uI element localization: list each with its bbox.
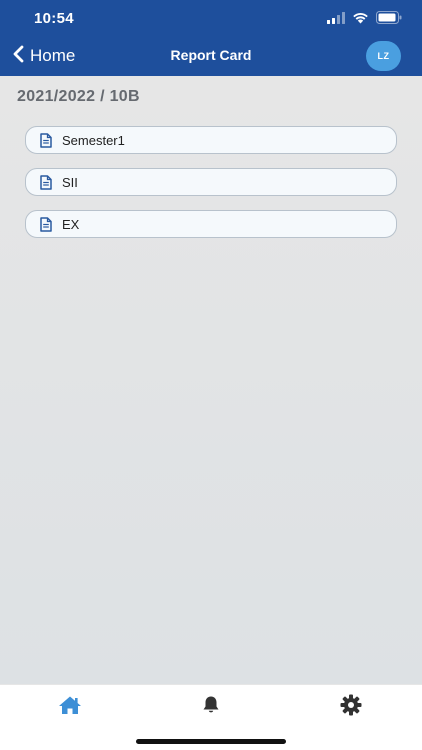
report-item-semester1[interactable]: Semester1 (25, 126, 397, 154)
status-icons (327, 11, 402, 29)
gear-icon (340, 694, 362, 721)
report-item-label: SII (62, 174, 78, 190)
document-icon (40, 132, 54, 148)
nav-bar: Home Report Card LZ (0, 36, 422, 76)
bell-icon (202, 695, 220, 719)
status-time: 10:54 (34, 10, 74, 27)
tab-notifications[interactable] (191, 693, 231, 721)
avatar[interactable]: LZ (366, 41, 401, 71)
document-icon (40, 216, 54, 232)
home-indicator (136, 739, 286, 744)
report-item-ex[interactable]: EX (25, 210, 397, 238)
tab-home[interactable] (50, 693, 90, 721)
status-bar: 10:54 (0, 0, 422, 36)
signal-icon (327, 11, 345, 29)
home-icon (58, 695, 82, 720)
report-item-label: EX (62, 216, 80, 232)
wifi-icon (352, 11, 369, 29)
app-header: 10:54 Home Report Card LZ (0, 0, 422, 76)
page-title: Report Card (170, 47, 252, 63)
report-list: Semester1 SII EX (25, 126, 397, 252)
report-item-sii[interactable]: SII (25, 168, 397, 196)
class-heading: 2021/2022 / 10B (17, 88, 140, 105)
avatar-initials: LZ (377, 51, 390, 61)
tab-settings[interactable] (331, 693, 371, 721)
main-content: 2021/2022 / 10B Semester1 SII EX (0, 76, 422, 684)
battery-icon (376, 11, 402, 29)
report-item-label: Semester1 (62, 132, 125, 148)
document-icon (40, 174, 54, 190)
